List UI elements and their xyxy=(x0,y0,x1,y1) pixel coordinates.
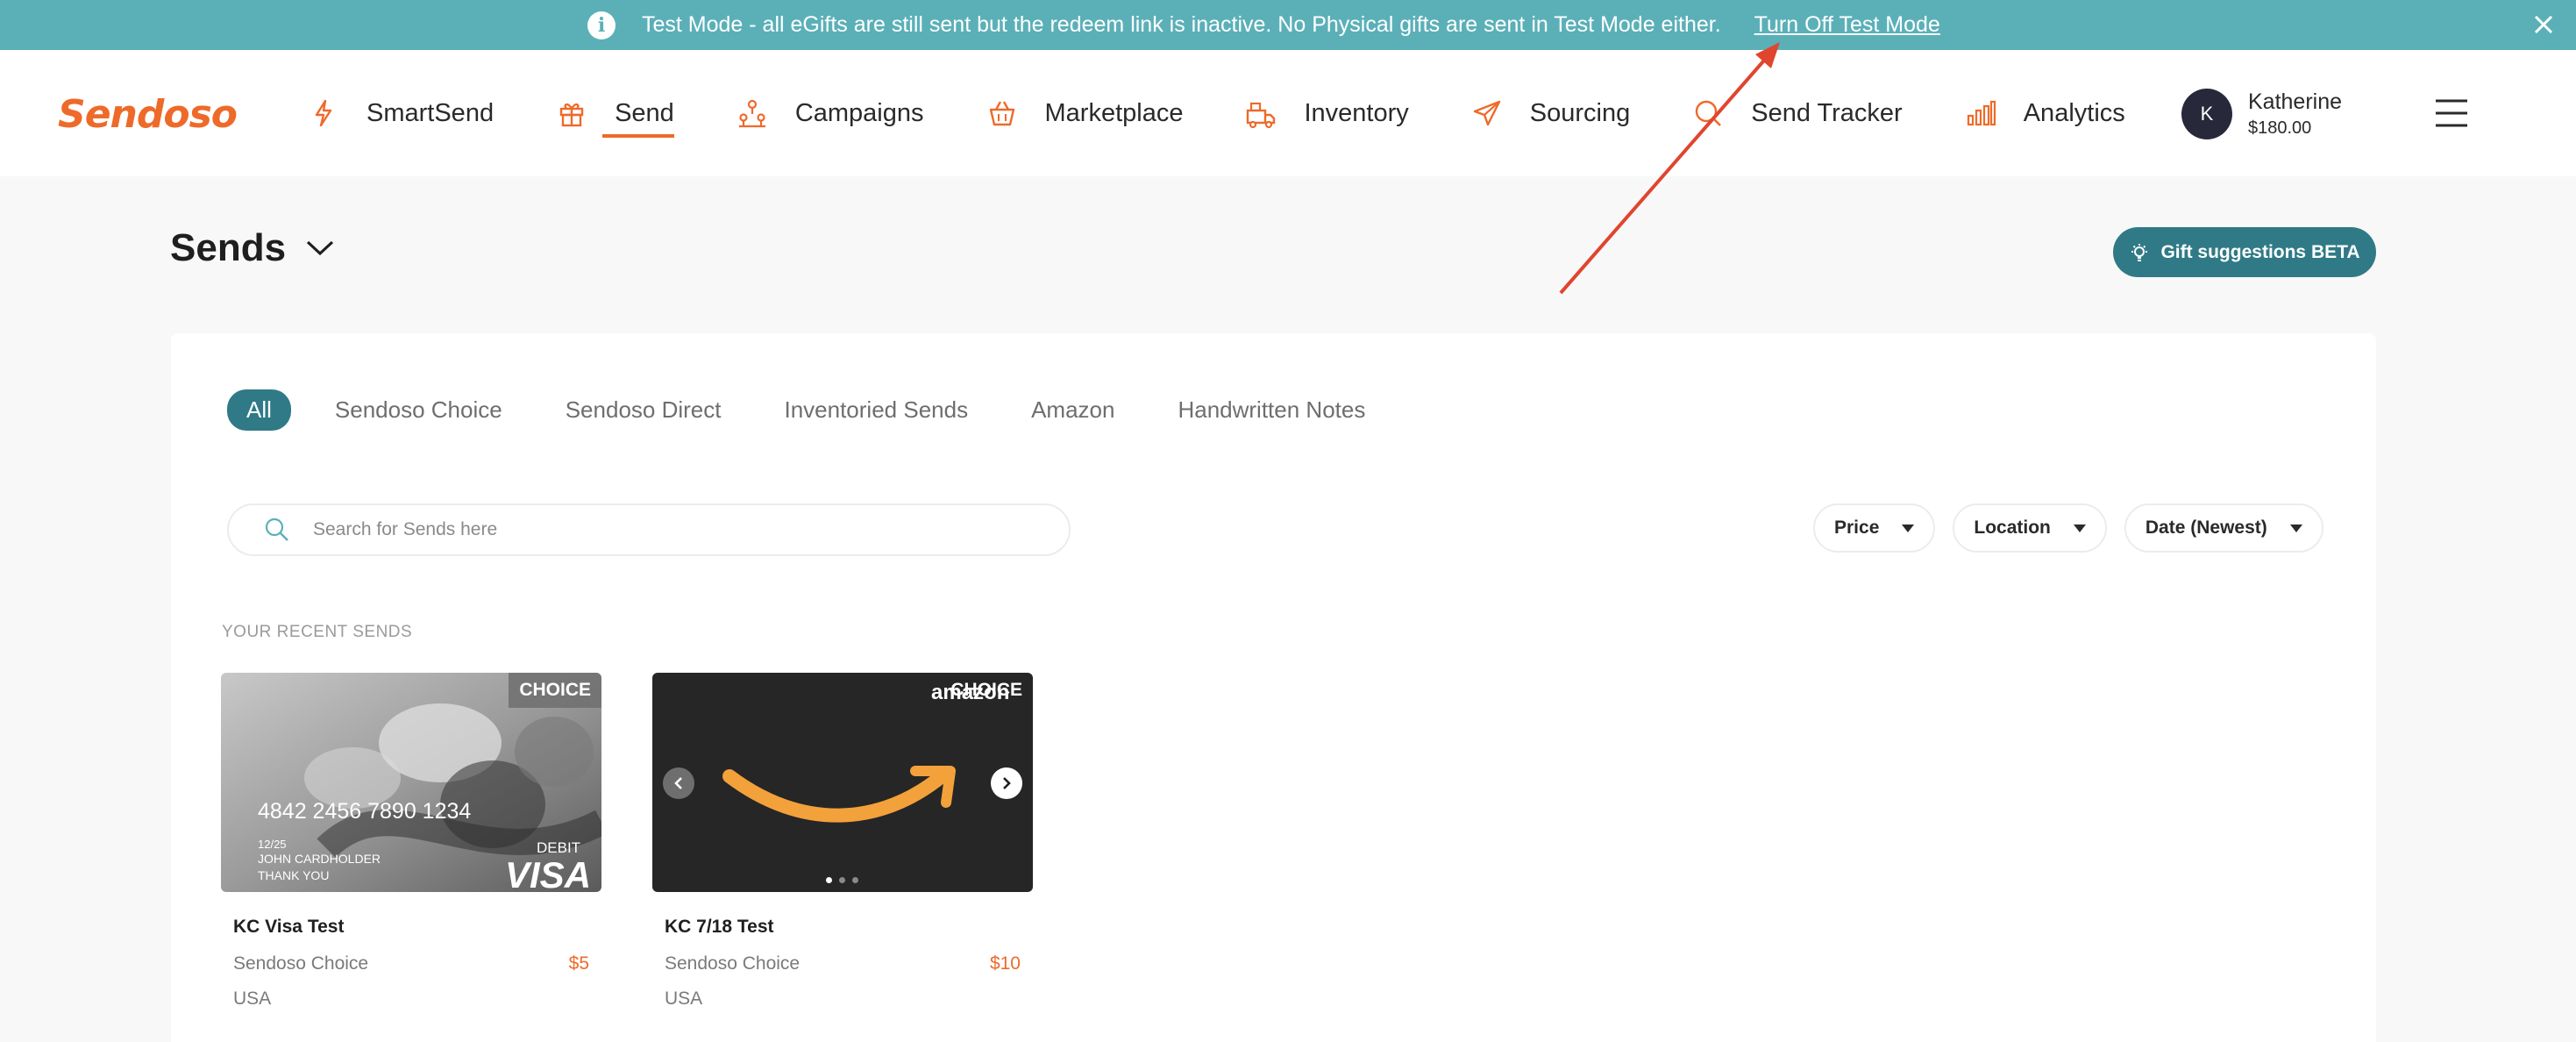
nav-label: Send xyxy=(615,98,674,127)
nav-item-inventory[interactable]: Inventory xyxy=(1244,87,1409,139)
bolt-icon xyxy=(315,99,332,127)
chevron-right-icon xyxy=(1003,777,1011,789)
nav-label: Inventory xyxy=(1304,98,1409,127)
nav-label: SmartSend xyxy=(366,98,495,127)
tab-amazon[interactable]: Amazon xyxy=(1031,396,1114,424)
user-name: Katherine xyxy=(2248,89,2343,114)
previous-image-button[interactable] xyxy=(663,767,694,799)
send-country: USA xyxy=(233,988,272,1009)
send-name: KC 7/18 Test xyxy=(665,917,774,937)
nav-label: Sourcing xyxy=(1529,98,1631,127)
search-input[interactable] xyxy=(313,519,979,540)
page-title: Sends xyxy=(170,226,287,269)
sendoso-logo[interactable]: Sendoso xyxy=(58,92,238,137)
send-type: Sendoso Choice xyxy=(233,953,369,974)
choice-badge: CHOICE xyxy=(950,680,1022,700)
nav-item-sourcing[interactable]: Sourcing xyxy=(1470,87,1630,139)
tab-handwritten-notes[interactable]: Handwritten Notes xyxy=(1178,396,1365,424)
turn-off-test-mode-link[interactable]: Turn Off Test Mode xyxy=(1754,12,1940,38)
price-filter[interactable]: Price xyxy=(1813,503,1936,553)
gift-suggestions-label: Gift suggestions BETA xyxy=(2160,241,2360,262)
filter-label: Location xyxy=(1974,517,2051,538)
search-icon xyxy=(1696,100,1722,126)
nav-item-send-tracker[interactable]: Send Tracker xyxy=(1691,87,1903,139)
gift-suggestions-button[interactable]: Gift suggestions BETA xyxy=(2113,227,2376,277)
send-price: $10 xyxy=(989,953,1021,974)
carousel-dot[interactable] xyxy=(826,877,832,883)
basket-icon xyxy=(989,101,1014,126)
info-icon: i xyxy=(587,11,616,39)
send-card[interactable]: 4842 2456 7890 1234 12/25 JOHN CARDHOLDE… xyxy=(221,673,601,1010)
section-label: YOUR RECENT SENDS xyxy=(222,623,413,641)
paper-plane-icon xyxy=(1473,100,1500,126)
chevron-left-icon xyxy=(674,777,682,789)
card-holder: JOHN CARDHOLDER xyxy=(258,852,381,866)
filter-label: Date (Newest) xyxy=(2145,517,2267,538)
nav-item-analytics[interactable]: Analytics xyxy=(1964,87,2125,139)
tab-sendoso-direct[interactable]: Sendoso Direct xyxy=(566,396,722,424)
main-nav: SmartSend Send Campaigns Marketplace Inv… xyxy=(307,50,2187,176)
nav-label: Analytics xyxy=(2023,98,2125,127)
choice-badge: CHOICE xyxy=(509,673,601,708)
avatar: K xyxy=(2181,89,2232,139)
nav-label: Send Tracker xyxy=(1751,98,1903,127)
nav-item-campaigns[interactable]: Campaigns xyxy=(736,87,924,139)
location-filter[interactable]: Location xyxy=(1953,503,2107,553)
tab-inventoried-sends[interactable]: Inventoried Sends xyxy=(784,396,968,424)
visa-logo: VISA xyxy=(505,854,591,892)
card-thanks: THANK YOU xyxy=(258,868,329,882)
send-card[interactable]: amazon CHOICE KC 7/18 Test Sendoso Choic… xyxy=(652,673,1033,1010)
nav-item-smartsend[interactable]: SmartSend xyxy=(307,87,494,139)
nav-label: Marketplace xyxy=(1044,98,1184,127)
filters: Price Location Date (Newest) xyxy=(1813,503,2341,553)
search-icon xyxy=(265,517,288,541)
next-image-button[interactable] xyxy=(991,767,1022,799)
send-type-tabs: All Sendoso Choice Sendoso Direct Invent… xyxy=(227,389,1428,431)
caret-down-icon xyxy=(2289,524,2302,532)
hamburger-menu-icon[interactable] xyxy=(2432,94,2471,132)
caret-down-icon xyxy=(1902,524,1915,532)
send-name: KC Visa Test xyxy=(233,917,345,937)
carousel-dot[interactable] xyxy=(839,877,845,883)
user-balance: $180.00 xyxy=(2248,118,2312,138)
carousel-dot[interactable] xyxy=(852,877,858,883)
top-navigation: Sendoso SmartSend Send Campaigns Marketp… xyxy=(0,50,2576,176)
visa-card-image: 4842 2456 7890 1234 12/25 JOHN CARDHOLDE… xyxy=(221,673,601,892)
bar-chart-icon xyxy=(1967,100,1996,126)
sends-panel: All Sendoso Choice Sendoso Direct Invent… xyxy=(171,333,2376,1042)
inventory-icon xyxy=(1247,102,1276,129)
banner-text: Test Mode - all eGifts are still sent bu… xyxy=(642,12,1721,37)
send-country: USA xyxy=(665,988,703,1009)
user-account[interactable]: K Katherine $180.00 xyxy=(2181,89,2342,139)
filter-label: Price xyxy=(1834,517,1880,538)
tab-sendoso-choice[interactable]: Sendoso Choice xyxy=(335,396,502,424)
date-sort-filter[interactable]: Date (Newest) xyxy=(2124,503,2323,553)
caret-down-icon xyxy=(2073,524,2086,532)
nav-item-send[interactable]: Send xyxy=(555,87,674,139)
test-mode-banner: i Test Mode - all eGifts are still sent … xyxy=(0,0,2576,50)
nav-item-marketplace[interactable]: Marketplace xyxy=(986,87,1184,139)
page-title-dropdown[interactable]: Sends xyxy=(170,226,335,270)
card-valid: 12/25 xyxy=(258,838,287,851)
lightbulb-icon xyxy=(2131,243,2148,261)
gift-icon xyxy=(559,103,584,127)
tab-all[interactable]: All xyxy=(227,389,291,431)
nav-label: Campaigns xyxy=(794,98,924,127)
search-bar xyxy=(227,503,1071,556)
send-type: Sendoso Choice xyxy=(665,953,801,974)
carousel-dots xyxy=(822,877,862,883)
amazon-card-image: amazon CHOICE xyxy=(652,673,1033,892)
card-number: 4842 2456 7890 1234 xyxy=(258,799,471,824)
chevron-down-icon xyxy=(306,240,334,256)
send-price: $5 xyxy=(568,953,589,974)
campaigns-icon xyxy=(738,99,765,128)
close-icon[interactable] xyxy=(2529,10,2558,39)
